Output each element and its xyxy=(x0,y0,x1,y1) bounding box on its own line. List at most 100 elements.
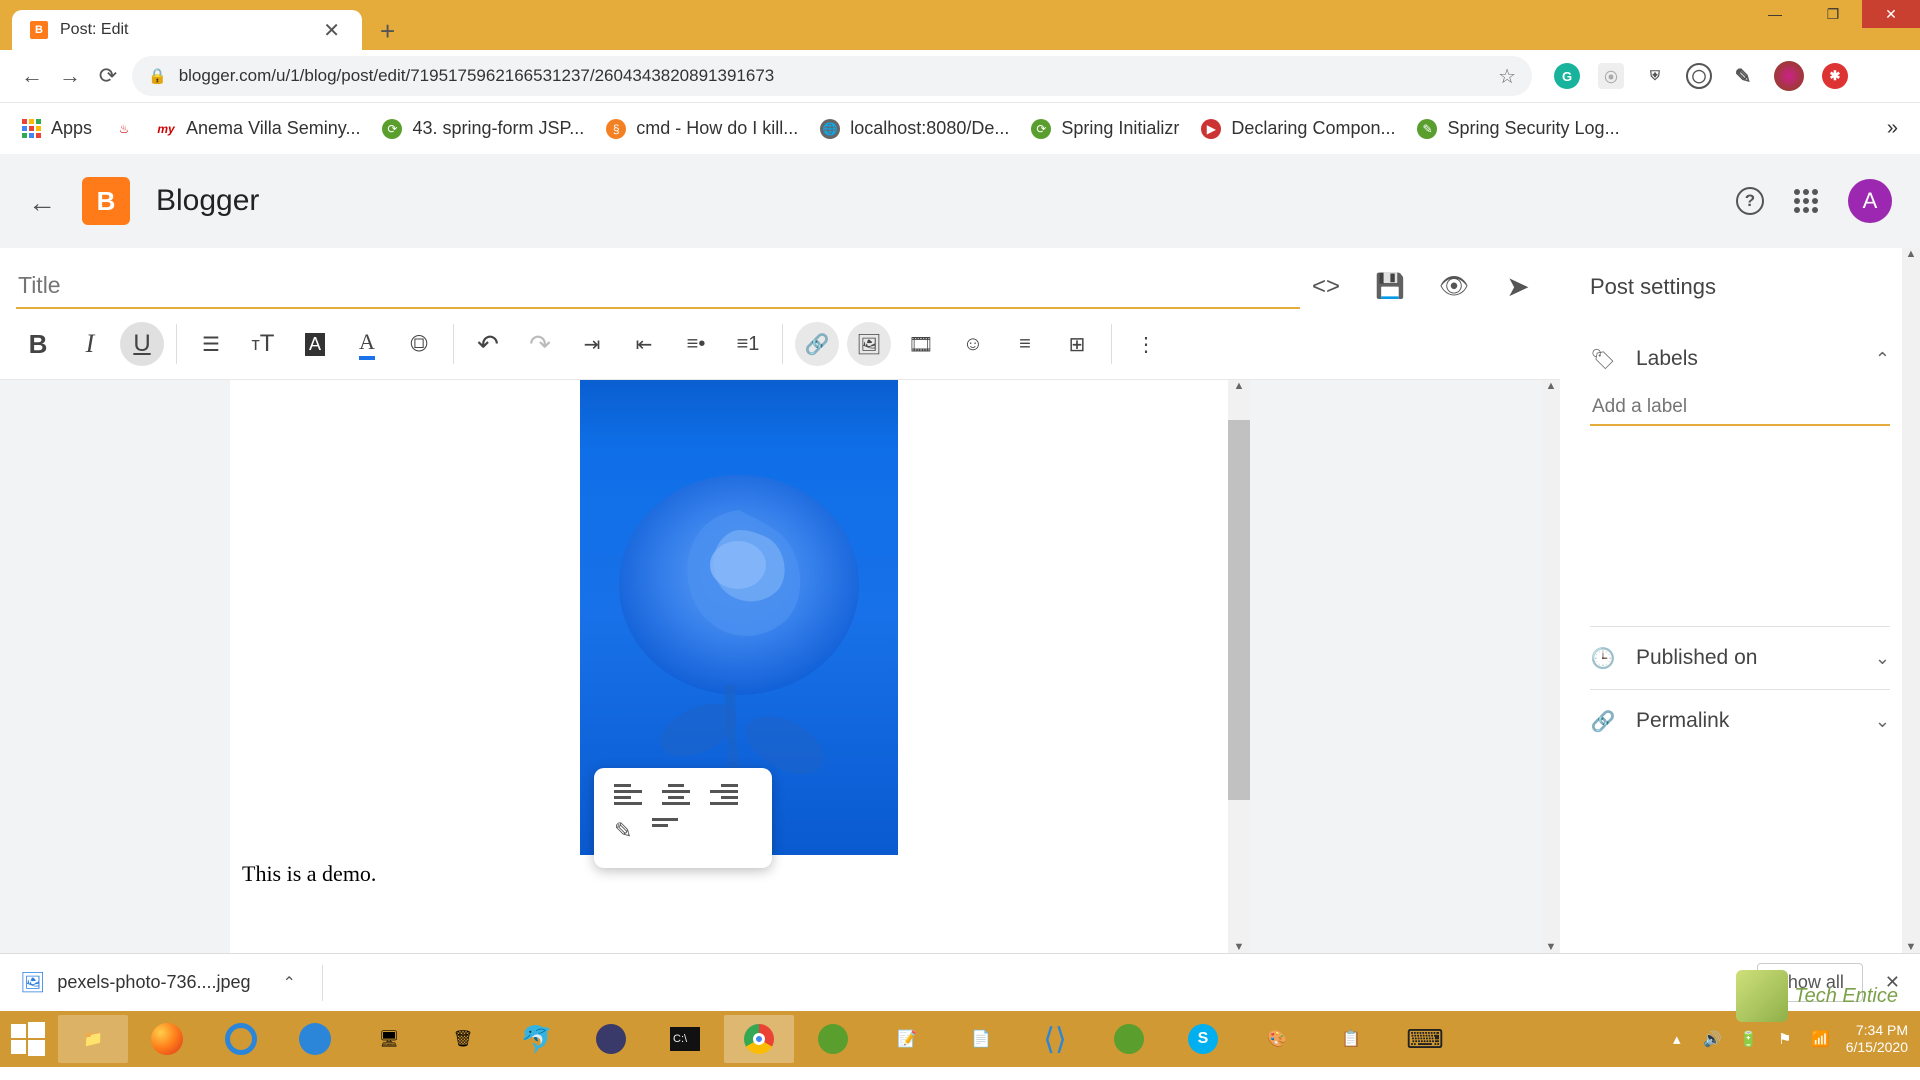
system-clock[interactable]: 7:34 PM 6/15/2020 xyxy=(1846,1022,1908,1056)
add-label-input[interactable] xyxy=(1590,390,1890,426)
bookmark-item[interactable]: ✎Spring Security Log... xyxy=(1417,118,1619,139)
nav-forward-icon[interactable]: → xyxy=(56,62,84,90)
editor-page-scrollbar[interactable]: ▲ ▼ xyxy=(1228,380,1250,953)
browser-tab[interactable]: B Post: Edit ✕ xyxy=(12,10,362,50)
bookmark-item[interactable]: ▶Declaring Compon... xyxy=(1201,118,1395,139)
google-apps-icon[interactable] xyxy=(1794,189,1818,213)
tray-flag-icon[interactable]: ⚑ xyxy=(1774,1028,1796,1050)
start-button[interactable] xyxy=(0,1011,56,1067)
bookmark-item[interactable]: 🌐localhost:8080/De... xyxy=(820,118,1009,139)
bookmark-item[interactable]: ♨ xyxy=(114,119,134,139)
window-maximize-button[interactable]: ❐ xyxy=(1804,0,1862,28)
taskbar-mysql-icon[interactable]: 🐬 xyxy=(502,1015,572,1063)
bold-button[interactable]: B xyxy=(16,322,60,366)
tab-close-icon[interactable]: ✕ xyxy=(319,18,344,43)
tray-network-icon[interactable]: 📶 xyxy=(1810,1028,1832,1050)
taskbar-terminal-icon[interactable]: C:\ xyxy=(650,1015,720,1063)
taskbar-spring2-icon[interactable] xyxy=(1094,1015,1164,1063)
indent-button[interactable]: ⇥ xyxy=(570,322,614,366)
post-title-input[interactable] xyxy=(16,264,1300,309)
bookmark-item[interactable]: myAnema Villa Seminy... xyxy=(156,118,360,139)
side-panel-scrollbar[interactable]: ▲ ▼ xyxy=(1902,248,1920,953)
tray-expand-icon[interactable]: ▴ xyxy=(1666,1028,1688,1050)
taskbar-paint-icon[interactable]: 🎨 xyxy=(1242,1015,1312,1063)
labels-section[interactable]: 🏷 Labels ⌃ xyxy=(1590,328,1890,390)
undo-button[interactable]: ↶ xyxy=(466,322,510,366)
extension-circle-icon[interactable]: ◯ xyxy=(1686,63,1712,89)
close-downloads-icon[interactable]: ✕ xyxy=(1885,972,1900,993)
editor-outer-scrollbar[interactable]: ▲ ▼ xyxy=(1542,380,1560,953)
new-tab-button[interactable]: + xyxy=(380,16,395,47)
redo-button[interactable]: ↷ xyxy=(518,322,562,366)
url-field[interactable]: 🔒 blogger.com/u/1/blog/post/edit/7195175… xyxy=(132,56,1532,96)
extension-generic-icon[interactable]: ⦿ xyxy=(1598,63,1624,89)
taskbar-spring-icon[interactable] xyxy=(798,1015,868,1063)
taskbar-notepadpp-icon[interactable]: 📄 xyxy=(946,1015,1016,1063)
editor-canvas[interactable]: This is a demo. ✎ ▲ xyxy=(0,379,1560,953)
preview-icon[interactable]: 👁 xyxy=(1440,273,1468,301)
bookmark-item[interactable]: ⟳43. spring-form JSP... xyxy=(382,118,584,139)
publish-icon[interactable]: ➤ xyxy=(1504,273,1532,301)
html-view-icon[interactable]: <> xyxy=(1312,273,1340,301)
font-size-button[interactable]: тT xyxy=(241,322,285,366)
paragraph-style-button[interactable]: ☰ xyxy=(189,322,233,366)
extension-grammarly-icon[interactable]: G xyxy=(1554,63,1580,89)
bookmarks-overflow-icon[interactable]: » xyxy=(1887,117,1898,140)
taskbar-skype-icon[interactable]: S xyxy=(1168,1015,1238,1063)
taskbar-monitor-icon[interactable]: 🖥 xyxy=(354,1015,424,1063)
window-close-button[interactable]: ✕ xyxy=(1862,0,1920,28)
tray-volume-icon[interactable]: 🔊 xyxy=(1702,1028,1724,1050)
editor-body-text[interactable]: This is a demo. xyxy=(242,861,376,887)
more-options-icon[interactable]: ⋮ xyxy=(1124,322,1168,366)
nav-back-icon[interactable]: ← xyxy=(18,62,46,90)
underline-button[interactable]: U xyxy=(120,322,164,366)
outdent-button[interactable]: ⇤ xyxy=(622,322,666,366)
italic-button[interactable]: I xyxy=(68,322,112,366)
bookmark-item[interactable]: §cmd - How do I kill... xyxy=(606,118,798,139)
window-minimize-button[interactable]: — xyxy=(1746,0,1804,28)
save-icon[interactable]: 💾 xyxy=(1376,273,1404,301)
tray-battery-icon[interactable]: 🔋 xyxy=(1738,1028,1760,1050)
number-list-button[interactable]: ≡1 xyxy=(726,322,770,366)
align-button[interactable]: ≡ xyxy=(1003,322,1047,366)
edit-image-icon[interactable]: ✎ xyxy=(614,818,632,844)
emoji-button[interactable]: ☺ xyxy=(951,322,995,366)
show-all-button[interactable]: Show all xyxy=(1757,963,1863,1002)
download-item[interactable]: 🖼 pexels-photo-736....jpeg ⌃ xyxy=(20,970,296,995)
help-icon[interactable]: ? xyxy=(1736,187,1764,215)
highlight-button[interactable]: 🟗 xyxy=(397,322,441,366)
nav-reload-icon[interactable]: ⟳ xyxy=(94,62,122,90)
bookmark-star-icon[interactable]: ☆ xyxy=(1498,64,1516,89)
taskbar-explorer-icon[interactable]: 📁 xyxy=(58,1015,128,1063)
apps-launcher[interactable]: Apps xyxy=(22,118,92,139)
taskbar-thunderbird-icon[interactable] xyxy=(280,1015,350,1063)
taskbar-bin-icon[interactable]: 🗑 xyxy=(428,1015,498,1063)
profile-avatar-icon[interactable] xyxy=(1774,61,1804,91)
align-right-icon[interactable] xyxy=(710,784,738,806)
permalink-section[interactable]: 🔗 Permalink ⌄ xyxy=(1590,690,1890,752)
taskbar-ie-icon[interactable] xyxy=(206,1015,276,1063)
taskbar-eclipse-icon[interactable] xyxy=(576,1015,646,1063)
account-avatar[interactable]: A xyxy=(1848,179,1892,223)
bookmark-item[interactable]: ⟳Spring Initializr xyxy=(1031,118,1179,139)
taskbar-vscode-icon[interactable]: ⟨⟩ xyxy=(1020,1015,1090,1063)
taskbar-chrome-icon[interactable] xyxy=(724,1015,794,1063)
link-button[interactable]: 🔗 xyxy=(795,322,839,366)
video-button[interactable]: 🎞 xyxy=(899,322,943,366)
taskbar-firefox-icon[interactable] xyxy=(132,1015,202,1063)
chevron-up-icon[interactable]: ⌃ xyxy=(283,973,296,993)
eyedropper-icon[interactable]: ✎ xyxy=(1730,63,1756,89)
caption-icon[interactable] xyxy=(652,818,678,840)
extension-red-icon[interactable]: ✱ xyxy=(1822,63,1848,89)
taskbar-notes-icon[interactable]: 📝 xyxy=(872,1015,942,1063)
font-family-button[interactable]: A xyxy=(293,322,337,366)
bullet-list-button[interactable]: ≡• xyxy=(674,322,718,366)
image-button[interactable]: 🖼 xyxy=(847,322,891,366)
extension-shield-icon[interactable]: ⛨ xyxy=(1642,63,1668,89)
align-left-icon[interactable] xyxy=(614,784,642,806)
back-arrow-icon[interactable]: ← xyxy=(28,187,56,215)
text-color-button[interactable]: A xyxy=(345,322,389,366)
taskbar-keyboard-icon[interactable]: ⌨ xyxy=(1390,1015,1460,1063)
taskbar-doc-icon[interactable]: 📋 xyxy=(1316,1015,1386,1063)
published-section[interactable]: 🕒 Published on ⌄ xyxy=(1590,627,1890,689)
